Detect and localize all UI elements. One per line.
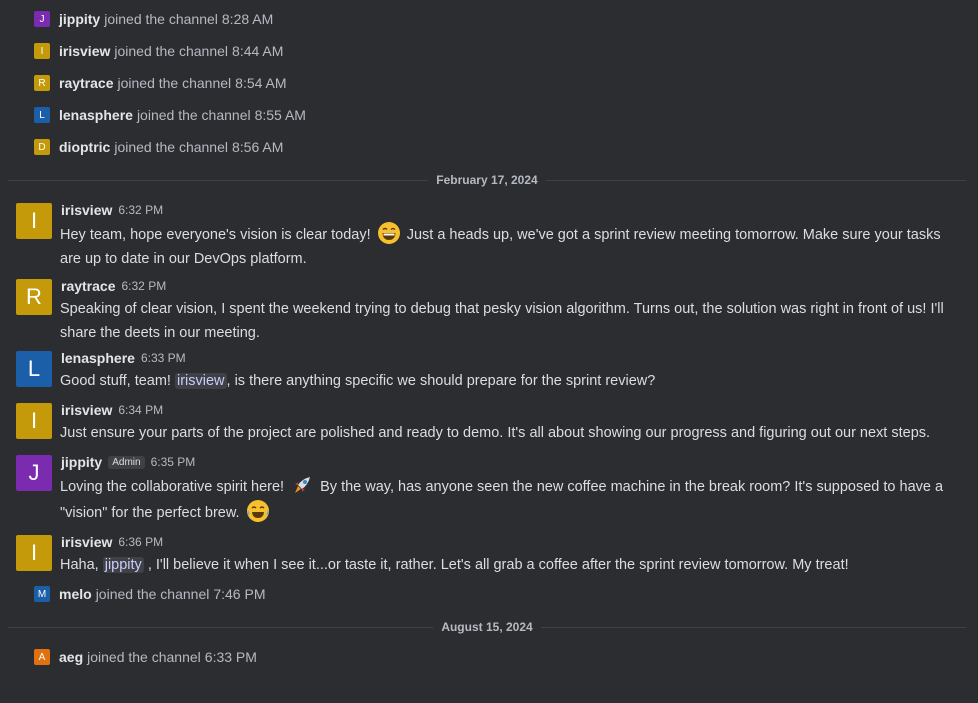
mini-avatar[interactable]: R xyxy=(34,75,50,91)
timestamp: 6:32 PM xyxy=(121,279,167,293)
user-mention[interactable]: jippity xyxy=(102,557,144,573)
timestamp: 8:55 AM xyxy=(254,107,306,123)
timestamp: 7:46 PM xyxy=(213,586,266,602)
system-join-row: A aeg joined the channel 6:33 PM xyxy=(34,648,257,666)
author-name[interactable]: irisview xyxy=(61,534,112,550)
message: R raytrace 6:32 PM Speaking of clear vis… xyxy=(16,277,964,341)
avatar[interactable]: I xyxy=(16,403,52,439)
system-join-row: L lenasphere joined the channel 8:55 AM xyxy=(34,106,306,124)
avatar[interactable]: I xyxy=(16,535,52,571)
timestamp: 6:33 PM xyxy=(204,649,257,665)
author-name[interactable]: raytrace xyxy=(61,278,116,294)
author-name[interactable]: jippity xyxy=(61,454,102,470)
system-join-row: R raytrace joined the channel 8:54 AM xyxy=(34,74,287,92)
message-text: Good stuff, team! irisview, is there any… xyxy=(60,369,964,393)
message-text: Speaking of clear vision, I spent the we… xyxy=(60,301,944,341)
timestamp: 8:54 AM xyxy=(235,75,287,91)
date-divider: February 17, 2024 xyxy=(8,170,966,190)
system-join-row: J jippity joined the channel 8:28 AM xyxy=(34,10,273,28)
grinning-face-icon xyxy=(377,222,400,244)
admin-badge: Admin xyxy=(108,455,145,469)
message: J jippity Admin 6:35 PM Loving the colla… xyxy=(16,453,964,522)
rocket-icon xyxy=(295,477,311,493)
author-name[interactable]: irisview xyxy=(61,402,112,418)
author-name[interactable]: lenasphere xyxy=(61,350,135,366)
avatar[interactable]: L xyxy=(16,351,52,387)
divider-line xyxy=(540,626,966,628)
mini-avatar[interactable]: A xyxy=(34,649,50,665)
date-divider: August 15, 2024 xyxy=(8,617,966,637)
user-mention[interactable]: irisview xyxy=(175,373,227,389)
system-join-row: D dioptric joined the channel 8:56 AM xyxy=(34,138,283,156)
channel-message-list: J jippity joined the channel 8:28 AM I i… xyxy=(0,0,978,703)
mini-avatar[interactable]: L xyxy=(34,107,50,123)
date-label: August 15, 2024 xyxy=(441,620,533,634)
message-text-part: Loving the collaborative spirit here! xyxy=(60,479,285,495)
tears-of-joy-icon xyxy=(246,500,269,522)
timestamp: 8:44 AM xyxy=(232,43,284,59)
timestamp: 8:28 AM xyxy=(221,11,274,27)
date-label: February 17, 2024 xyxy=(436,173,538,187)
mini-avatar[interactable]: M xyxy=(34,586,50,602)
message-text-part: Haha, xyxy=(60,557,99,573)
message-text-part: Good stuff, team! xyxy=(60,373,171,389)
timestamp: 6:36 PM xyxy=(118,535,164,549)
username[interactable]: raytrace xyxy=(59,75,114,91)
system-join-row: I irisview joined the channel 8:44 AM xyxy=(34,42,283,60)
timestamp: 6:35 PM xyxy=(150,455,196,469)
username[interactable]: lenasphere xyxy=(59,107,133,123)
divider-line xyxy=(545,179,966,181)
author-name[interactable]: irisview xyxy=(61,202,112,218)
divider-line xyxy=(8,179,429,181)
username[interactable]: aeg xyxy=(59,649,83,665)
timestamp: 6:33 PM xyxy=(140,351,186,365)
message-text-part: , I'll believe it when I see it...or tas… xyxy=(147,557,849,573)
message-text: Haha, jippity , I'll believe it when I s… xyxy=(60,553,964,577)
avatar[interactable]: J xyxy=(16,455,52,491)
timestamp: 6:32 PM xyxy=(118,203,164,217)
join-text: joined the channel xyxy=(104,11,218,27)
mini-avatar[interactable]: J xyxy=(34,11,50,27)
divider-line xyxy=(8,626,434,628)
message: I irisview 6:34 PM Just ensure your part… xyxy=(16,401,964,445)
join-text: joined the channel xyxy=(114,43,229,59)
mini-avatar[interactable]: D xyxy=(34,139,50,155)
message-text-part: Hey team, hope everyone's vision is clea… xyxy=(60,227,371,243)
system-join-row: M melo joined the channel 7:46 PM xyxy=(34,585,265,603)
message: I irisview 6:32 PM Hey team, hope everyo… xyxy=(16,201,964,267)
username[interactable]: dioptric xyxy=(59,139,110,155)
mini-avatar[interactable]: I xyxy=(34,43,50,59)
timestamp: 8:56 AM xyxy=(232,139,284,155)
message: I irisview 6:36 PM Haha, jippity , I'll … xyxy=(16,533,964,577)
timestamp: 6:34 PM xyxy=(118,403,164,417)
join-text: joined the channel xyxy=(136,107,251,123)
username[interactable]: irisview xyxy=(59,43,110,59)
join-text: joined the channel xyxy=(95,586,210,602)
username[interactable]: melo xyxy=(59,586,92,602)
username[interactable]: jippity xyxy=(59,11,100,27)
message-text: Loving the collaborative spirit here! By… xyxy=(60,473,964,525)
message-text: Hey team, hope everyone's vision is clea… xyxy=(60,221,964,271)
join-text: joined the channel xyxy=(87,649,201,665)
avatar[interactable]: I xyxy=(16,203,52,239)
message-text-part: , is there anything specific we should p… xyxy=(226,373,656,389)
message: L lenasphere 6:33 PM Good stuff, team! i… xyxy=(16,349,964,393)
join-text: joined the channel xyxy=(117,75,232,91)
message-text: Just ensure your parts of the project ar… xyxy=(60,425,931,441)
join-text: joined the channel xyxy=(114,139,228,155)
avatar[interactable]: R xyxy=(16,279,52,315)
